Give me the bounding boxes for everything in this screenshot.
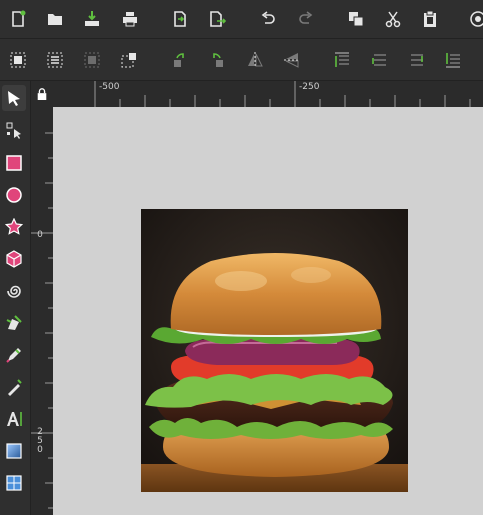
raise-icon[interactable] (367, 48, 391, 72)
pencil-tool-icon[interactable] (2, 342, 26, 368)
calligraphy-tool-icon[interactable] (2, 374, 26, 400)
ruler-label: -500 (99, 82, 120, 92)
text-tool-icon[interactable] (2, 406, 26, 432)
duplicate-icon[interactable] (344, 7, 368, 31)
lower-icon[interactable] (404, 48, 428, 72)
save-document-icon[interactable] (80, 7, 104, 31)
cut-icon[interactable] (381, 7, 405, 31)
export-icon[interactable] (205, 7, 229, 31)
select-same-icon[interactable] (117, 48, 141, 72)
circle-tool-icon[interactable] (2, 182, 26, 208)
rotate-ccw-icon[interactable] (168, 48, 192, 72)
open-document-icon[interactable] (43, 7, 67, 31)
new-document-icon[interactable] (6, 7, 30, 31)
select-all-icon[interactable] (6, 48, 30, 72)
drawing-canvas[interactable] (53, 107, 483, 515)
print-document-icon[interactable] (118, 7, 142, 31)
select-all-layers-icon[interactable] (43, 48, 67, 72)
zoom-icon[interactable] (466, 7, 483, 31)
spiral-tool-icon[interactable] (2, 278, 26, 304)
flip-vertical-icon[interactable] (280, 48, 304, 72)
import-icon[interactable] (168, 7, 192, 31)
commands-toolbar (0, 0, 483, 39)
horizontal-ruler: -500 -250 (53, 81, 483, 108)
undo-icon[interactable] (256, 7, 280, 31)
star-tool-icon[interactable] (2, 214, 26, 240)
deselect-icon[interactable] (80, 48, 104, 72)
rectangle-tool-icon[interactable] (2, 150, 26, 176)
controls-toolbar (0, 39, 483, 81)
ruler-label: 0 (37, 230, 43, 240)
raise-to-top-icon[interactable] (330, 48, 354, 72)
node-tool-icon[interactable] (2, 117, 26, 143)
flip-horizontal-icon[interactable] (243, 48, 267, 72)
pen-tool-icon[interactable] (2, 310, 26, 336)
lower-to-bottom-icon[interactable] (441, 48, 465, 72)
gradient-tool-icon[interactable] (2, 438, 26, 464)
ruler-label: 250 (37, 427, 43, 455)
mesh-tool-icon[interactable] (2, 470, 26, 496)
selector-tool-icon[interactable] (2, 85, 26, 111)
vertical-ruler: 0 250 (31, 107, 54, 515)
rotate-cw-icon[interactable] (205, 48, 229, 72)
ruler-label: -250 (299, 82, 320, 92)
3d-box-tool-icon[interactable] (2, 246, 26, 272)
lock-guides-icon[interactable] (31, 81, 53, 107)
redo-icon[interactable] (294, 7, 318, 31)
toolbox (0, 81, 31, 515)
burger-image[interactable] (141, 209, 408, 492)
paste-icon[interactable] (418, 7, 442, 31)
